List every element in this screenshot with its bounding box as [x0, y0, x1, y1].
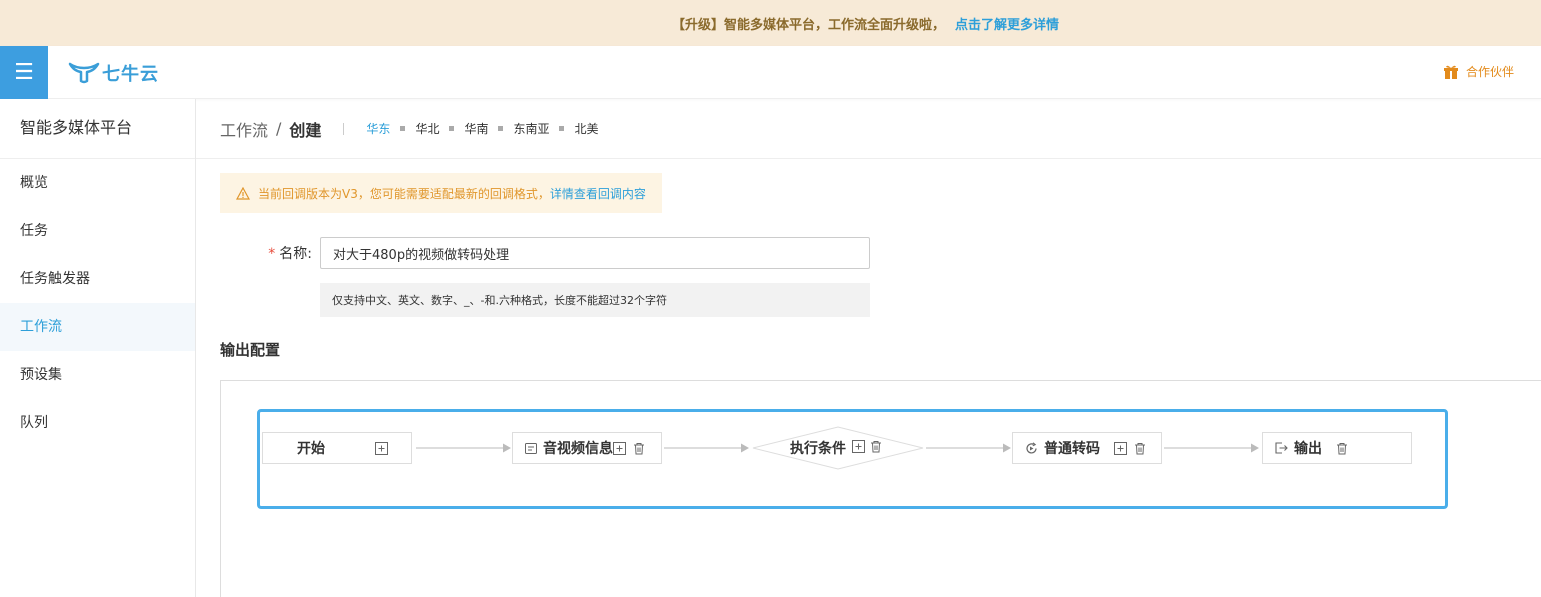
- breadcrumb-current: 创建: [289, 120, 322, 140]
- trash-icon[interactable]: [633, 442, 645, 455]
- main-content: 工作流 / 创建 华东 华北 华南 东南亚 北美 当前回调版本为V3，您可能需要…: [196, 99, 1541, 597]
- logo-text: 七牛云: [102, 64, 159, 85]
- logo[interactable]: 七牛云: [68, 61, 159, 85]
- region-south-china[interactable]: 华南: [464, 120, 488, 137]
- add-node-icon[interactable]: [1114, 441, 1127, 455]
- sidebar: 智能多媒体平台 概览 任务 任务触发器 工作流 预设集 队列: [0, 99, 196, 597]
- sidebar-item-queues[interactable]: 队列: [0, 399, 195, 447]
- flow-node-output[interactable]: 输出: [1262, 432, 1412, 464]
- region-dot: [498, 126, 504, 131]
- add-node-icon[interactable]: [852, 439, 865, 457]
- trash-icon[interactable]: [1134, 442, 1146, 455]
- workflow-flow: 开始 音视频信息 执行条件 普通转码 输出: [257, 409, 1448, 509]
- partner-link[interactable]: 合作伙伴: [1443, 63, 1514, 80]
- sidebar-item-tasks[interactable]: 任务: [0, 207, 195, 255]
- workflow-canvas: 开始 音视频信息 执行条件 普通转码 输出: [220, 380, 1541, 597]
- bull-logo-icon: [68, 62, 100, 84]
- region-dot: [559, 126, 565, 131]
- required-mark: *: [268, 246, 276, 262]
- name-input[interactable]: [320, 237, 870, 269]
- add-node-icon[interactable]: [375, 441, 388, 455]
- warning-text: 当前回调版本为V3，您可能需要适配最新的回调格式，: [258, 186, 550, 201]
- breadcrumb: 工作流 / 创建 华东 华北 华南 东南亚 北美: [196, 99, 1541, 159]
- region-east-china[interactable]: 华东: [366, 120, 390, 137]
- hamburger-icon: ☰: [14, 60, 34, 85]
- breadcrumb-divider: [343, 122, 345, 135]
- info-doc-icon: [525, 442, 537, 454]
- flow-node-condition[interactable]: 执行条件: [752, 432, 924, 464]
- name-hint: 仅支持中文、英文、数字、_、-和.六种格式，长度不能超过32个字符: [320, 283, 870, 317]
- node-label: 音视频信息: [543, 441, 613, 457]
- gift-icon: [1443, 65, 1458, 79]
- region-north-china[interactable]: 华北: [415, 120, 439, 137]
- sidebar-title: 智能多媒体平台: [0, 99, 195, 159]
- sidebar-item-overview[interactable]: 概览: [0, 159, 195, 207]
- menu-button[interactable]: ☰: [0, 46, 48, 99]
- sidebar-item-workflow[interactable]: 工作流: [0, 303, 195, 351]
- flow-arrow: [926, 443, 1011, 453]
- breadcrumb-separator: /: [276, 119, 282, 138]
- flow-arrow: [416, 443, 511, 453]
- flow-node-start[interactable]: 开始: [262, 432, 412, 464]
- trash-icon[interactable]: [870, 440, 882, 457]
- warning-link[interactable]: 详情查看回调内容: [550, 185, 646, 202]
- trash-icon[interactable]: [1336, 442, 1348, 455]
- output-config-title: 输出配置: [220, 341, 281, 359]
- sidebar-item-triggers[interactable]: 任务触发器: [0, 255, 195, 303]
- breadcrumb-parent[interactable]: 工作流: [220, 117, 268, 141]
- node-label: 输出: [1294, 441, 1322, 457]
- node-label: 开始: [297, 441, 325, 457]
- name-field-row: * 名称:: [220, 237, 870, 269]
- node-label: 执行条件: [790, 441, 846, 457]
- name-label-text: 名称:: [279, 246, 312, 262]
- flow-arrow: [1164, 443, 1259, 453]
- warning-icon: [236, 186, 250, 200]
- partner-label: 合作伙伴: [1465, 65, 1514, 79]
- add-node-icon[interactable]: [613, 441, 626, 455]
- top-header: ☰ 七牛云 合作伙伴: [0, 46, 1541, 99]
- callback-warning: 当前回调版本为V3，您可能需要适配最新的回调格式， 详情查看回调内容: [220, 173, 662, 213]
- flow-arrow: [664, 443, 749, 453]
- node-label: 普通转码: [1044, 441, 1100, 457]
- upgrade-banner: 【升级】智能多媒体平台，工作流全面升级啦， 点击了解更多详情: [0, 0, 1541, 46]
- export-icon: [1275, 442, 1288, 454]
- sidebar-item-presets[interactable]: 预设集: [0, 351, 195, 399]
- flow-node-transcode[interactable]: 普通转码: [1012, 432, 1162, 464]
- flow-node-media-info[interactable]: 音视频信息: [512, 432, 662, 464]
- region-dot: [400, 126, 406, 131]
- transcode-icon: [1025, 441, 1038, 455]
- region-north-america[interactable]: 北美: [574, 120, 598, 137]
- banner-link[interactable]: 点击了解更多详情: [955, 14, 1059, 33]
- name-label: * 名称:: [220, 243, 320, 263]
- banner-text: 【升级】智能多媒体平台，工作流全面升级啦，: [671, 17, 945, 33]
- region-dot: [449, 126, 455, 131]
- region-southeast-asia[interactable]: 东南亚: [513, 120, 549, 137]
